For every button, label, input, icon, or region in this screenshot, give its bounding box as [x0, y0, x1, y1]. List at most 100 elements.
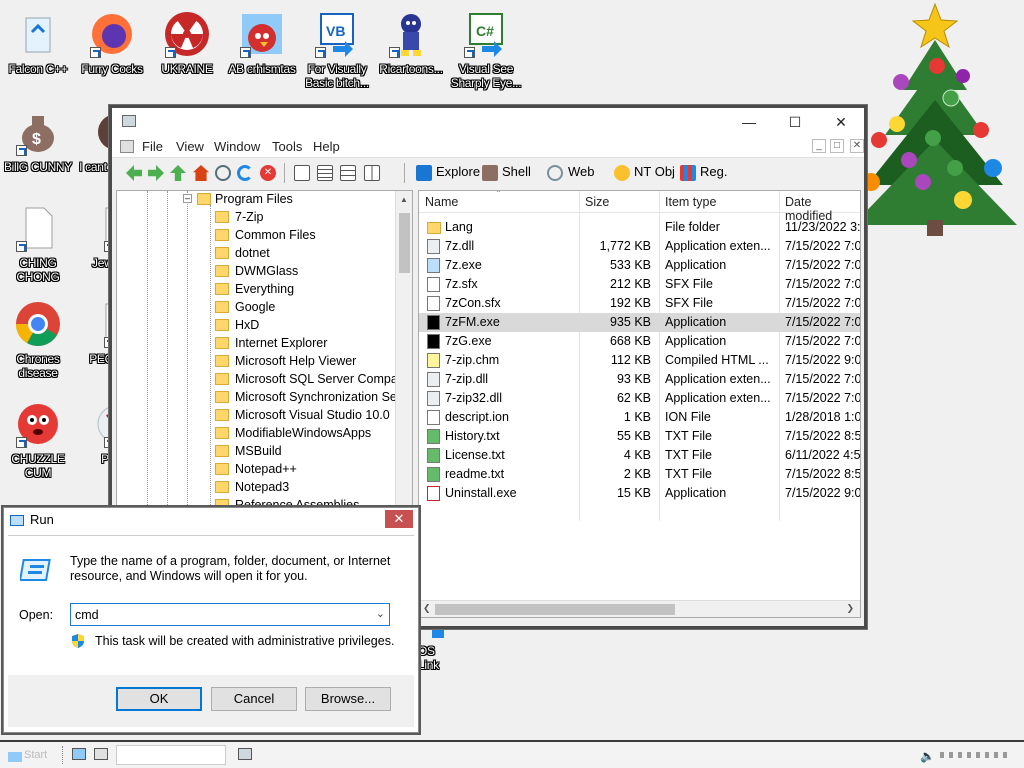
- stop-icon[interactable]: ✕: [260, 165, 276, 181]
- tree-item-label: Program Files: [215, 192, 293, 206]
- desktop-icon-ab-crhismtas[interactable]: AB crhismtas: [224, 10, 300, 76]
- run-title-bar[interactable]: Run ✕: [4, 508, 418, 532]
- folder-icon: [215, 319, 229, 331]
- window-menu-icon[interactable]: [120, 140, 134, 153]
- taskbar-app-icon[interactable]: [238, 748, 252, 760]
- file-row[interactable]: 7z.dll 1,772 KB Application exten... 7/15/2…: [419, 237, 860, 256]
- recycle-bin-icon: [25, 17, 51, 53]
- shortcut-arrow-icon: [389, 47, 400, 58]
- show-desktop-icon[interactable]: [72, 748, 86, 760]
- desktop-icon-billg[interactable]: $ BillG CUNNY: [0, 108, 76, 174]
- open-combobox[interactable]: ⌄: [70, 603, 390, 626]
- file-size: 15 KB: [616, 486, 651, 500]
- folder-icon: [215, 301, 229, 313]
- desktop-icon-label: Chrones disease: [16, 352, 60, 380]
- file-row[interactable]: 7zG.exe 668 KB Application 7/15/2022 7:00: [419, 332, 860, 351]
- mdi-minimize-button[interactable]: _: [812, 139, 826, 153]
- web-icon[interactable]: [547, 165, 563, 181]
- scroll-left-icon[interactable]: ❮: [423, 603, 431, 614]
- file-row[interactable]: 7z.exe 533 KB Application 7/15/2022 7:00: [419, 256, 860, 275]
- file-row[interactable]: readme.txt 2 KB TXT File 7/15/2022 8:59: [419, 465, 860, 484]
- volume-icon[interactable]: 🔈: [920, 749, 935, 763]
- mdi-restore-button[interactable]: □: [830, 139, 844, 153]
- menu-tools[interactable]: Tools: [272, 139, 302, 154]
- file-type: TXT File: [665, 429, 712, 443]
- nt-object-icon[interactable]: [614, 165, 630, 181]
- menu-view[interactable]: View: [176, 139, 204, 154]
- file-row[interactable]: 7-zip32.dll 62 KB Application exten... 7/15…: [419, 389, 860, 408]
- nt-object-label[interactable]: NT Obj: [634, 164, 675, 179]
- collapse-toggle-icon[interactable]: –: [183, 194, 192, 203]
- scrollbar-thumb[interactable]: [399, 213, 410, 273]
- view-large-icons-icon[interactable]: [294, 165, 310, 181]
- menu-help[interactable]: Help: [313, 139, 340, 154]
- home-icon[interactable]: [193, 165, 209, 181]
- dropdown-chevron-icon[interactable]: ⌄: [376, 607, 385, 620]
- start-button[interactable]: Start: [6, 746, 56, 766]
- file-row[interactable]: History.txt 55 KB TXT File 7/15/2022 8:59: [419, 427, 860, 446]
- desktop-icon-ukraine[interactable]: UKRAINE: [149, 10, 225, 76]
- desktop-icon-falcon[interactable]: Falcon C++: [0, 10, 76, 76]
- title-bar[interactable]: — ☐ ✕: [112, 108, 864, 136]
- file-row[interactable]: 7-zip.dll 93 KB Application exten... 7/15/2…: [419, 370, 860, 389]
- back-icon[interactable]: [126, 165, 142, 181]
- file-row[interactable]: Lang File folder 11/23/2022 3:1: [419, 218, 860, 237]
- maximize-button[interactable]: ☐: [772, 108, 818, 136]
- desktop-icon-csharp[interactable]: C# Visual See Sharply Eye...: [448, 10, 524, 90]
- menu-file[interactable]: File: [142, 139, 163, 154]
- explore-icon[interactable]: [416, 165, 432, 181]
- file-type: ION File: [665, 410, 711, 424]
- menu-bar: File View Window Tools Help _ □ ✕: [112, 136, 864, 158]
- cancel-button[interactable]: Cancel: [211, 687, 297, 711]
- file-type: TXT File: [665, 467, 712, 481]
- desktop-icon-chrome[interactable]: Chrones disease: [0, 300, 76, 380]
- desktop-icon-vb[interactable]: VB For Visually Basic bitch...: [299, 10, 375, 90]
- taskbar-button-empty[interactable]: [116, 745, 226, 765]
- quicklaunch-icon[interactable]: [94, 748, 108, 760]
- scroll-right-icon[interactable]: ❯: [846, 603, 854, 614]
- mdi-close-button[interactable]: ✕: [850, 139, 864, 153]
- file-row[interactable]: descript.ion 1 KB ION File 1/28/2018 1:00: [419, 408, 860, 427]
- desktop-icon-ching[interactable]: CHING CHONG: [0, 204, 76, 284]
- column-header-type[interactable]: Item type: [665, 195, 716, 209]
- view-details-icon[interactable]: [364, 165, 380, 181]
- file-row[interactable]: 7z.sfx 212 KB SFX File 7/15/2022 7:00: [419, 275, 860, 294]
- scroll-up-icon[interactable]: ▲: [400, 195, 408, 204]
- browse-button[interactable]: Browse...: [305, 687, 391, 711]
- registry-label[interactable]: Reg.: [700, 164, 727, 179]
- file-row[interactable]: 7-zip.chm 112 KB Compiled HTML ... 7/15/202…: [419, 351, 860, 370]
- list-horizontal-scrollbar[interactable]: ❮ ❯: [419, 600, 860, 617]
- system-tray-clock[interactable]: [940, 752, 1010, 758]
- column-header-name[interactable]: Name: [425, 195, 458, 209]
- scrollbar-thumb[interactable]: [435, 604, 675, 615]
- tree-item-label: ModifiableWindowsApps: [235, 426, 372, 440]
- chrome-icon: [16, 302, 60, 346]
- shell-icon[interactable]: [482, 165, 498, 181]
- view-list-icon[interactable]: [340, 165, 356, 181]
- file-row[interactable]: Uninstall.exe 15 KB Application 7/15/2022 9…: [419, 484, 860, 503]
- file-row[interactable]: 7zFM.exe 935 KB Application 7/15/2022 7:00: [419, 313, 860, 332]
- registry-icon[interactable]: [680, 165, 696, 181]
- view-small-icons-icon[interactable]: [317, 165, 333, 181]
- refresh-icon[interactable]: [237, 165, 253, 181]
- open-input[interactable]: [75, 606, 365, 623]
- menu-window[interactable]: Window: [214, 139, 260, 154]
- desktop-icon-furry[interactable]: Furry Cocks: [74, 10, 150, 76]
- up-icon[interactable]: [170, 165, 186, 181]
- ok-button[interactable]: OK: [116, 687, 202, 711]
- run-close-button[interactable]: ✕: [385, 510, 413, 528]
- close-button[interactable]: ✕: [818, 108, 864, 136]
- find-icon[interactable]: [215, 165, 231, 181]
- forward-icon[interactable]: [148, 165, 164, 181]
- file-type: File folder: [665, 220, 720, 234]
- file-row[interactable]: License.txt 4 KB TXT File 6/11/2022 4:57: [419, 446, 860, 465]
- web-label[interactable]: Web: [568, 164, 595, 179]
- desktop-icon-label: UKRAINE: [161, 62, 213, 76]
- file-row[interactable]: 7zCon.sfx 192 KB SFX File 7/15/2022 7:00: [419, 294, 860, 313]
- explore-label[interactable]: Explore: [436, 164, 480, 179]
- shell-label[interactable]: Shell: [502, 164, 531, 179]
- minimize-button[interactable]: —: [726, 108, 772, 136]
- desktop-icon-chuzzle[interactable]: CHUZZLE CUM: [0, 400, 76, 480]
- column-header-size[interactable]: Size: [585, 195, 609, 209]
- desktop-icon-ricartoons[interactable]: Ricartoons...: [373, 10, 449, 76]
